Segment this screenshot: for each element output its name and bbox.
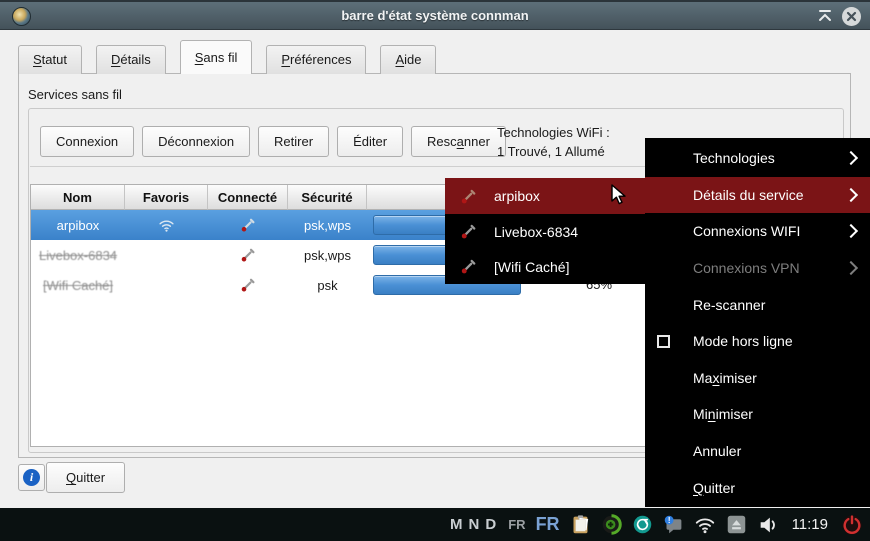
indicator-n: N [468, 516, 480, 533]
cell-name: [Wifi Caché] [42, 277, 114, 293]
col-header-connecte[interactable]: Connecté [208, 185, 288, 210]
mouse-cursor [610, 184, 631, 212]
close-window-icon[interactable] [842, 7, 861, 26]
cell-security: psk,wps [304, 217, 351, 233]
col-header-nom[interactable]: Nom [31, 185, 125, 210]
screenshot-icon[interactable] [632, 514, 653, 535]
disconnected-icon [208, 270, 288, 300]
edit-button[interactable]: Éditer [337, 126, 404, 157]
submenu-item-wifi-cache[interactable]: [Wifi Caché] [445, 249, 648, 284]
wifi-status-line2: 1 Trouvé, 1 Allumé [497, 144, 605, 159]
clock[interactable]: 11:19 [792, 516, 828, 533]
chevron-right-icon [843, 151, 859, 166]
disconnected-icon [208, 240, 288, 270]
tab-statut[interactable]: Statut [18, 45, 82, 74]
menu-item-connexions-wifi[interactable]: Connexions WIFI [645, 213, 870, 250]
offline-mode-checkbox[interactable] [657, 334, 670, 348]
tab-sans-fil[interactable]: Sans fil [179, 40, 253, 74]
eject-device-icon[interactable] [726, 514, 747, 535]
svg-text:!: ! [667, 516, 670, 525]
favorite-wifi-icon [125, 210, 208, 240]
taskbar: M N D FR FR ! 11:19 [0, 508, 870, 541]
remove-button[interactable]: Retirer [258, 126, 330, 157]
wifi-icon[interactable] [694, 514, 716, 536]
indicator-m: M [450, 516, 463, 533]
shade-window-icon[interactable] [816, 7, 834, 25]
cell-name: arpibox [56, 217, 100, 233]
submenu-item-livebox[interactable]: Livebox-6834 [445, 214, 648, 249]
indicator-d: D [485, 516, 497, 533]
col-header-securite[interactable]: Sécurité [288, 185, 367, 210]
notifications-icon[interactable]: ! [663, 514, 684, 535]
clipboard-icon[interactable] [570, 514, 591, 535]
menu-item-connexions-vpn: Connexions VPN [645, 250, 870, 287]
disconnect-button[interactable]: Déconnexion [142, 126, 251, 157]
menu-item-annuler[interactable]: Annuler [645, 433, 870, 470]
menu-item-rescanner[interactable]: Re-scanner [645, 286, 870, 323]
chevron-right-icon [843, 187, 859, 202]
quit-button[interactable]: Quitter [46, 462, 126, 493]
connected-icon [208, 210, 288, 240]
tab-bar: Statut Détails Sans fil Préférences Aide [18, 40, 450, 74]
chevron-right-icon [843, 224, 859, 239]
menu-item-technologies[interactable]: Technologies [645, 140, 870, 177]
wifi-status-line1: Technologies WiFi : [497, 125, 610, 140]
window-titlebar: barre d'état système connman [0, 0, 870, 30]
keyboard-layout-small[interactable]: FR [508, 517, 525, 532]
keyboard-layout-indicator[interactable]: FR [536, 514, 560, 535]
wifi-technologies-status: Technologies WiFi : 1 Trouvé, 1 Allumé [497, 123, 610, 161]
group-label: Services sans fil [28, 87, 122, 102]
volume-icon[interactable] [757, 514, 779, 536]
favorite-cell-empty [125, 240, 208, 270]
favorite-cell-empty [125, 270, 208, 300]
updates-icon[interactable] [601, 514, 622, 535]
about-button[interactable]: i [18, 464, 45, 491]
rescan-button[interactable]: Rescanner [411, 126, 506, 157]
action-buttons: Connexion Déconnexion Retirer Éditer Res… [40, 126, 514, 157]
connect-button[interactable]: Connexion [40, 126, 135, 157]
menu-item-maximiser[interactable]: Maximiser [645, 360, 870, 397]
tab-preferences[interactable]: Préférences [266, 45, 367, 74]
chevron-right-icon [843, 261, 859, 276]
info-icon: i [23, 469, 40, 486]
menu-item-quitter[interactable]: Quitter [645, 469, 870, 506]
cell-security: psk,wps [304, 247, 351, 263]
tab-details[interactable]: Détails [95, 45, 166, 74]
power-icon[interactable] [841, 514, 863, 536]
window-title: barre d'état système connman [341, 8, 529, 23]
menu-item-details-du-service[interactable]: Détails du service [645, 176, 870, 214]
menu-item-mode-hors-ligne[interactable]: Mode hors ligne [645, 323, 870, 360]
col-header-favoris[interactable]: Favoris [125, 185, 208, 210]
cell-name: Livebox-6834 [38, 247, 118, 263]
tab-aide[interactable]: Aide [380, 45, 437, 74]
cell-security: psk [317, 277, 338, 293]
context-menu: Technologies Détails du service Connexio… [645, 138, 870, 507]
menu-item-minimiser[interactable]: Minimiser [645, 396, 870, 433]
